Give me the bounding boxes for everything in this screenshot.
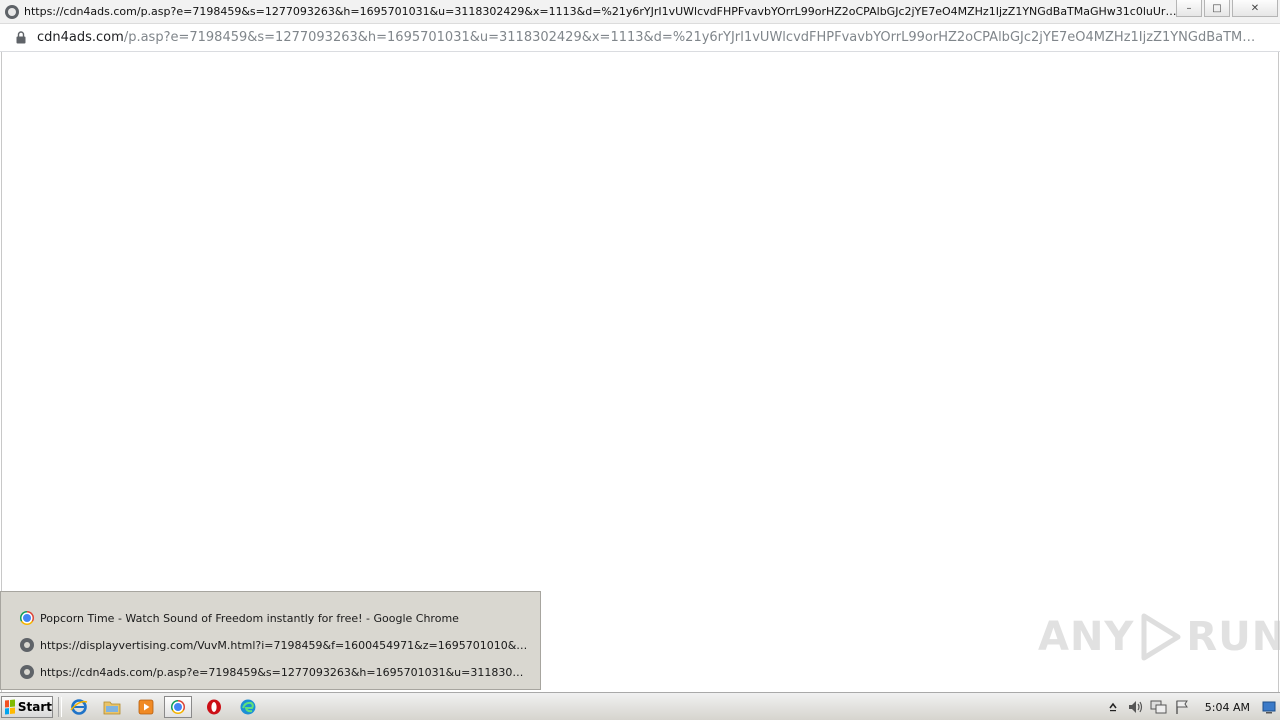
url-path: /p.asp?e=7198459&s=1277093263&h=16957010… [123, 30, 1263, 45]
window-title: https://cdn4ads.com/p.asp?e=7198459&s=12… [24, 5, 1180, 18]
window-controls: – □ ✕ [1176, 0, 1278, 20]
anyrun-watermark: ANY RUN [1038, 612, 1280, 662]
chrome-icon [171, 700, 185, 714]
start-button[interactable]: Start [1, 696, 53, 718]
lock-icon [16, 31, 26, 44]
edge-icon [240, 699, 256, 715]
page-icon [20, 665, 34, 679]
start-label: Start [17, 700, 52, 714]
url-text[interactable]: cdn4ads.com/p.asp?e=7198459&s=1277093263… [37, 30, 1263, 45]
taskbar-opera[interactable] [200, 696, 228, 718]
maximize-button[interactable]: □ [1204, 0, 1230, 17]
internet-explorer-icon [70, 699, 88, 715]
taskbar-edge[interactable] [234, 696, 262, 718]
url-domain: cdn4ads.com [37, 30, 124, 45]
taskbar-separator [58, 697, 62, 717]
page-globe-icon [5, 5, 19, 19]
close-button[interactable]: ✕ [1232, 0, 1278, 17]
window-list-item-label: https://displayvertising.com/VuvM.html?i… [40, 638, 530, 652]
window-title-bar[interactable]: https://cdn4ads.com/p.asp?e=7198459&s=12… [0, 0, 1280, 24]
taskbar-file-explorer[interactable] [98, 696, 126, 718]
show-hidden-icons-chevron-icon[interactable] [1103, 697, 1123, 717]
watermark-left-text: ANY [1038, 614, 1135, 660]
action-center-flag-icon[interactable] [1172, 697, 1192, 717]
watermark-right-text: RUN [1186, 614, 1280, 660]
taskbar-google-chrome[interactable] [164, 696, 192, 718]
opera-icon [207, 699, 221, 715]
volume-icon[interactable] [1126, 697, 1146, 717]
window-list-item[interactable]: Popcorn Time - Watch Sound of Freedom in… [20, 608, 530, 628]
play-logo-icon [1141, 613, 1181, 661]
taskbar-window-list: Popcorn Time - Watch Sound of Freedom in… [0, 591, 541, 690]
network-icon[interactable] [1149, 697, 1169, 717]
taskbar: Start 5:04 AM [0, 692, 1280, 720]
window-list-item-label: Popcorn Time - Watch Sound of Freedom in… [40, 611, 459, 625]
page-icon [20, 638, 34, 652]
media-player-icon [138, 699, 154, 715]
window-list-item[interactable]: https://cdn4ads.com/p.asp?e=7198459&s=12… [20, 662, 530, 682]
chrome-icon [20, 611, 34, 625]
window-list-item[interactable]: https://displayvertising.com/VuvM.html?i… [20, 635, 530, 655]
minimize-button[interactable]: – [1176, 0, 1202, 17]
system-tray: 5:04 AM [1103, 693, 1280, 721]
taskbar-internet-explorer[interactable] [65, 696, 93, 718]
folder-icon [103, 701, 121, 715]
address-bar[interactable]: cdn4ads.com/p.asp?e=7198459&s=1277093263… [0, 24, 1280, 52]
taskbar-media-player[interactable] [132, 696, 160, 718]
clock[interactable]: 5:04 AM [1205, 701, 1250, 714]
show-desktop-icon[interactable] [1262, 700, 1276, 714]
windows-logo-icon [5, 699, 15, 715]
window-list-item-label: https://cdn4ads.com/p.asp?e=7198459&s=12… [40, 665, 530, 679]
